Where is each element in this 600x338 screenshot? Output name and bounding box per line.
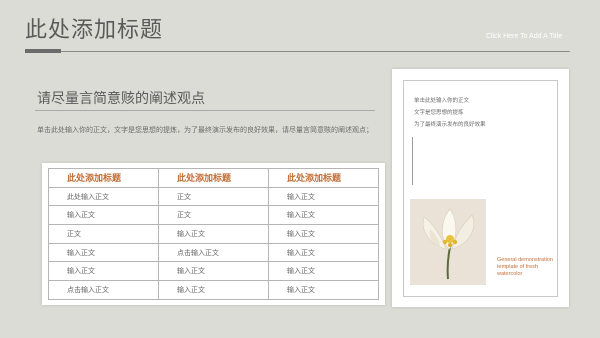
table-cell[interactable]: 输入正文 [268,205,379,226]
table-cell[interactable]: 输入正文 [48,242,159,263]
table-row: 输入正文 正文 输入正文 [48,205,379,226]
table-cell[interactable]: 正文 [48,224,159,244]
table-header-cell[interactable]: 此处添加标题 [158,168,269,188]
heading-divider [35,110,375,111]
section-description[interactable]: 单击此处输入你的正文，文字是您思想的提炼，为了最终演示发布的良好效果，请尽量言简… [37,124,377,137]
table-cell[interactable]: 输入正文 [268,280,379,300]
side-card-line: 为了最终演示发布的良好效果 [414,122,486,128]
page-title[interactable]: 此处添加标题 [25,12,163,44]
side-card-line: 单击此处输入你的正文 [414,98,470,104]
table-cell[interactable]: 正文 [158,205,269,226]
image-caption[interactable]: General demonstration template of fresh … [497,257,557,278]
table-card: 此处添加标题 此处添加标题 此处添加标题 此处输入正文 正文 输入正文 输入正文… [42,163,385,305]
flower-image[interactable] [410,199,486,285]
flower-pistil [446,235,454,243]
page-subtitle[interactable]: Click Here To Add A Title [486,33,562,40]
table-row: 正文 输入正文 输入正文 [48,224,379,244]
table-row: 输入正文 点击输入正文 输入正文 [48,242,379,263]
table-cell[interactable]: 输入正文 [268,224,379,244]
section-heading[interactable]: 请尽量言简意赅的阐述观点 [37,88,205,108]
table-cell[interactable]: 点击输入正文 [158,242,269,263]
side-card-text[interactable]: 单击此处输入你的正文 文字是您思想的提炼 为了最终演示发布的良好效果 [414,95,486,131]
table-row: 此处输入正文 正文 输入正文 [48,186,379,207]
flower-stamen [448,243,452,247]
table-cell[interactable]: 输入正文 [48,261,159,282]
table-cell[interactable]: 输入正文 [268,186,379,207]
title-divider [25,51,570,52]
table-header-row: 此处添加标题 此处添加标题 此处添加标题 [48,168,379,188]
content-table[interactable]: 此处添加标题 此处添加标题 此处添加标题 此处输入正文 正文 输入正文 输入正文… [48,168,379,300]
side-card-line: 文字是您思想的提炼 [414,110,464,116]
slide: 此处添加标题 Click Here To Add A Title 请尽量言简意赅… [0,0,600,338]
side-card-vertical-rule [412,137,413,185]
table-cell[interactable]: 输入正文 [268,242,379,263]
flower-stamen [442,239,448,245]
flower-stamen [452,239,458,245]
table-cell[interactable]: 输入正文 [158,280,269,300]
table-cell[interactable]: 此处输入正文 [48,186,159,207]
table-cell[interactable]: 输入正文 [158,224,269,244]
table-cell[interactable]: 输入正文 [268,261,379,282]
table-row: 输入正文 输入正文 输入正文 [48,261,379,282]
table-cell[interactable]: 点击输入正文 [48,280,159,300]
table-cell[interactable]: 正文 [158,186,269,207]
table-cell[interactable]: 输入正文 [158,261,269,282]
title-accent-bar [25,49,61,53]
table-header-cell[interactable]: 此处添加标题 [268,168,379,188]
table-row: 点击输入正文 输入正文 输入正文 [48,280,379,300]
table-cell[interactable]: 输入正文 [48,205,159,226]
table-header-cell[interactable]: 此处添加标题 [48,168,159,188]
